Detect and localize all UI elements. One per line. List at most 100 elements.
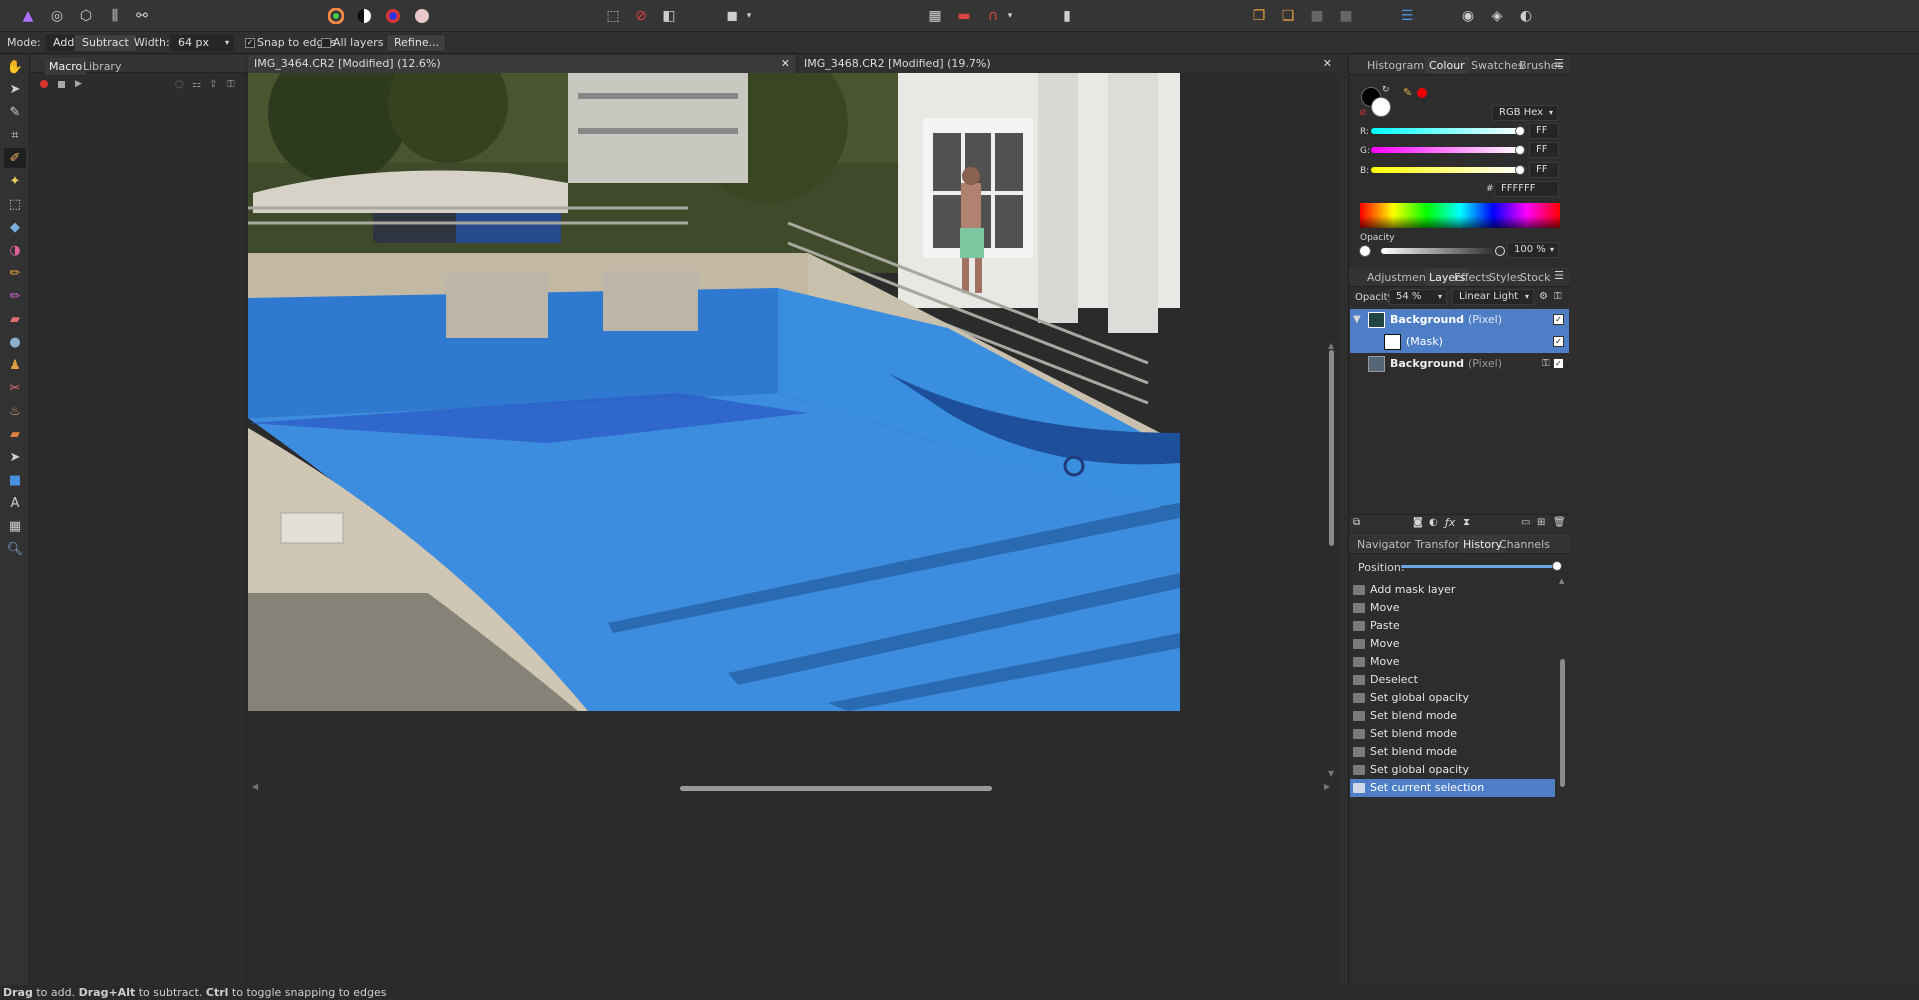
r-input[interactable]: FF	[1529, 123, 1559, 139]
width-input[interactable]: 64 px ▾	[170, 34, 234, 52]
align-icon[interactable]: ☰	[1396, 5, 1418, 27]
g-slider-knob[interactable]	[1515, 145, 1525, 155]
colour-picker-tool-icon[interactable]: ✎	[4, 102, 26, 122]
layer-lock-icon[interactable]: ⚿	[1554, 291, 1562, 302]
history-item[interactable]: Set global opacity	[1350, 761, 1555, 779]
layer-opacity-input[interactable]: 54 % ▾	[1389, 289, 1447, 305]
pen-tool-icon[interactable]: ➤	[4, 447, 26, 467]
auto-contrast-icon[interactable]	[353, 5, 375, 27]
clear-icon[interactable]: ◌	[175, 79, 184, 90]
opacity-dropdown-icon[interactable]: ▾	[1550, 243, 1554, 257]
liquify-persona-icon[interactable]: ⬡	[75, 5, 97, 27]
blend-mode-dropdown-icon[interactable]: ▾	[1525, 290, 1529, 304]
clone-tool-icon[interactable]: ♟	[4, 355, 26, 375]
history-item[interactable]: Set blend mode	[1350, 707, 1555, 725]
patch-tool-icon[interactable]: ▰	[4, 424, 26, 444]
colour-picker-icon[interactable]: ✎	[1403, 86, 1412, 99]
dodge-tool-icon[interactable]: ●	[4, 332, 26, 352]
opacity-input[interactable]: 100 % ▾	[1507, 242, 1559, 258]
vertical-scrollbar[interactable]: ▲ ▼	[1326, 73, 1338, 780]
tab-stock[interactable]: Stock	[1516, 269, 1554, 286]
doc-tab-1[interactable]: IMG_3464.CR2 [Modified] (12.6%) ✕	[248, 55, 796, 73]
opacity-start-knob[interactable]	[1359, 245, 1371, 257]
erase-tool-icon[interactable]: ▰	[4, 309, 26, 329]
layer-opacity-dropdown-icon[interactable]: ▾	[1438, 290, 1442, 304]
tab-library[interactable]: Library	[79, 58, 125, 75]
record-icon[interactable]	[40, 80, 48, 88]
r-slider[interactable]	[1371, 128, 1522, 134]
colour-panel-menu-icon[interactable]: ☰	[1554, 57, 1564, 70]
tab-channels[interactable]: Channels	[1495, 536, 1554, 553]
history-item[interactable]: Set blend mode	[1350, 725, 1555, 743]
flood-select-tool-icon[interactable]: ✦	[4, 171, 26, 191]
width-dropdown-icon[interactable]: ▾	[225, 35, 229, 51]
assistant-icon[interactable]: ▮	[1056, 5, 1078, 27]
arrange-back-icon[interactable]: ■	[1335, 5, 1357, 27]
secondary-colour-swatch[interactable]	[1371, 97, 1391, 117]
horizontal-scrollbar[interactable]: ◀ ▶	[248, 782, 1338, 794]
r-slider-knob[interactable]	[1515, 126, 1525, 136]
auto-colours-icon[interactable]	[382, 5, 404, 27]
b-slider-knob[interactable]	[1515, 165, 1525, 175]
history-scroll-up-icon[interactable]: ▲	[1559, 577, 1564, 585]
colour-mode-dropdown-icon[interactable]: ▾	[1549, 106, 1553, 120]
arrange-backward-icon[interactable]: ■	[1306, 5, 1328, 27]
colour-replacement-tool-icon[interactable]: ✏	[4, 286, 26, 306]
mode-subtract-button[interactable]: Subtract	[74, 34, 137, 52]
opacity-slider[interactable]	[1381, 248, 1493, 254]
zoom-tool-icon[interactable]: 🔍︎	[4, 539, 26, 559]
deselect-icon[interactable]: ⊘	[630, 5, 652, 27]
add-mask-icon[interactable]: ◙	[1413, 517, 1423, 528]
develop-persona-icon[interactable]: ⫼	[104, 5, 126, 27]
quick-mask-icon[interactable]: ◼	[721, 5, 743, 27]
no-colour-icon[interactable]: ⊘	[1359, 108, 1367, 118]
history-item[interactable]: Add mask layer	[1350, 581, 1555, 599]
selection-brush-tool-icon[interactable]: ✐	[4, 148, 26, 168]
history-scroll-thumb[interactable]	[1560, 659, 1565, 787]
export-persona-icon[interactable]: ⚯	[131, 5, 153, 27]
refine-button[interactable]: Refine...	[386, 34, 446, 52]
snap-to-edges-checkbox[interactable]: ✓	[245, 38, 255, 48]
selection-marquee-icon[interactable]: ⬚	[602, 5, 624, 27]
history-item[interactable]: Move	[1350, 653, 1555, 671]
picked-colour-swatch[interactable]	[1417, 88, 1427, 98]
affinity-logo-icon[interactable]: ▲	[17, 5, 39, 27]
crop-tool-icon[interactable]: ⌗	[4, 125, 26, 145]
view-mode-icon[interactable]: ◐	[1515, 5, 1537, 27]
scroll-left-icon[interactable]: ◀	[252, 782, 258, 791]
horizontal-scroll-thumb[interactable]	[680, 786, 992, 791]
colour-mode-select[interactable]: RGB Hex ▾	[1492, 105, 1558, 121]
tab-navigator[interactable]: Navigator	[1353, 536, 1415, 553]
add-group-icon[interactable]: ▭	[1521, 517, 1530, 528]
history-item[interactable]: Set blend mode	[1350, 743, 1555, 761]
layer-row-mask[interactable]: (Mask) ✓	[1350, 331, 1569, 353]
gradient-tool-icon[interactable]: ◑	[4, 240, 26, 260]
guides-icon[interactable]: ▬	[953, 5, 975, 27]
add-fx-icon[interactable]: ƒx	[1445, 516, 1455, 529]
text-tool-icon[interactable]: A	[4, 493, 26, 513]
flood-fill-tool-icon[interactable]: ◆	[4, 217, 26, 237]
layer-row-background-group[interactable]: ▼ Background (Pixel) ✓	[1350, 309, 1569, 331]
tab-histogram[interactable]: Histogram	[1363, 57, 1428, 74]
move-tool-icon[interactable]: ➤	[4, 79, 26, 99]
history-item[interactable]: Move	[1350, 635, 1555, 653]
opacity-slider-knob[interactable]	[1495, 246, 1505, 256]
layers-panel-menu-icon[interactable]: ☰	[1554, 269, 1564, 282]
g-input[interactable]: FF	[1529, 142, 1559, 158]
history-position-slider[interactable]	[1401, 565, 1557, 568]
stop-icon[interactable]	[58, 81, 65, 88]
healing-tool-icon[interactable]: ♨	[4, 401, 26, 421]
snapping-dropdown-icon[interactable]: ▾	[1004, 5, 1016, 27]
layer-visible-checkbox[interactable]: ✓	[1553, 358, 1564, 369]
hand-tool-icon[interactable]: ✋	[4, 57, 26, 77]
scroll-up-icon[interactable]: ▲	[1328, 341, 1334, 350]
layer-settings-icon[interactable]: ⚙	[1539, 291, 1548, 302]
invert-selection-icon[interactable]: ◧	[658, 5, 680, 27]
auto-levels-icon[interactable]	[325, 5, 347, 27]
close-doc-1-icon[interactable]: ✕	[781, 57, 790, 70]
history-item-selected[interactable]: Set current selection	[1350, 779, 1555, 797]
b-slider[interactable]	[1371, 167, 1522, 173]
mask-visible-checkbox[interactable]: ✓	[1553, 336, 1564, 347]
mesh-warp-tool-icon[interactable]: ▦	[4, 516, 26, 536]
layer-row-background[interactable]: Background (Pixel) ⚿ ✓	[1350, 353, 1569, 375]
